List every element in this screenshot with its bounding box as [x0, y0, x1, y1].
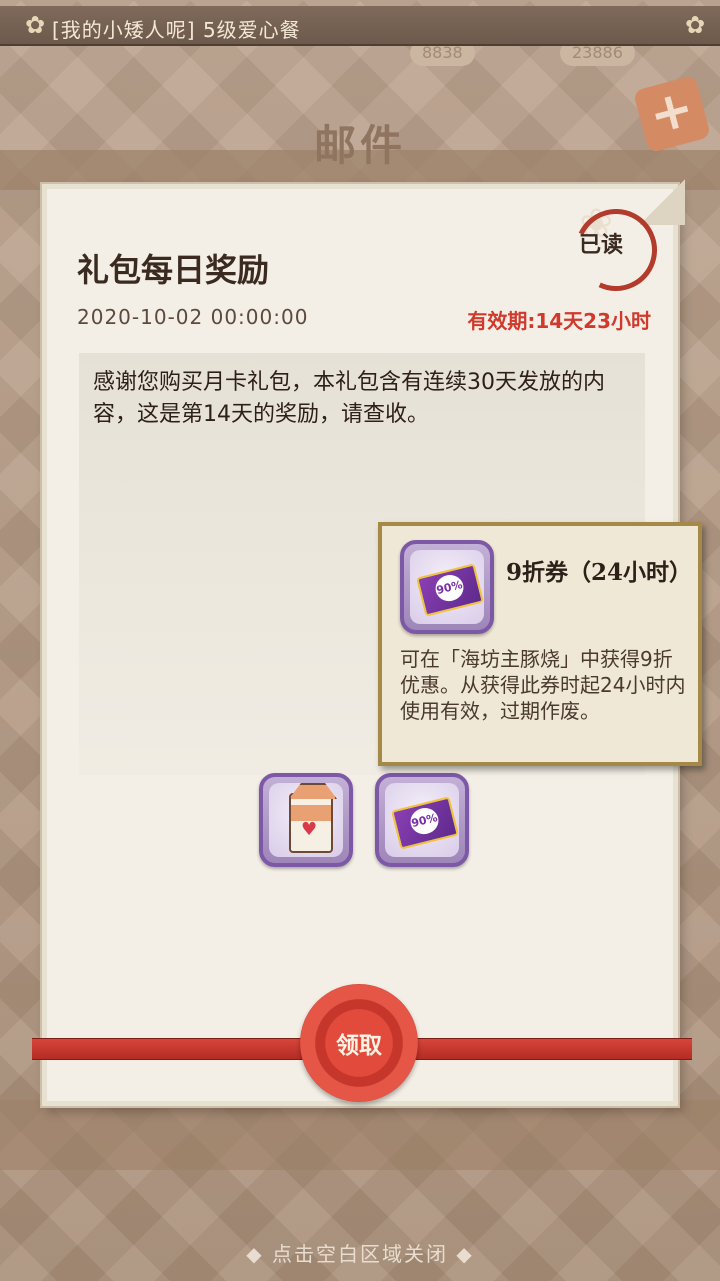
- flower-icon: ✿: [684, 11, 706, 39]
- background-band-lower: [0, 1100, 720, 1170]
- reward-slot-coupon[interactable]: 90%: [375, 773, 469, 867]
- notification-bar: ✿ [我的小矮人呢] 5级爱心餐 ✿: [0, 6, 720, 46]
- reward-slot-inner: ♥: [269, 783, 343, 857]
- reward-slot-inner: 90%: [385, 783, 459, 857]
- notification-text: [我的小矮人呢] 5级爱心餐: [52, 18, 301, 42]
- coupon-badge: 90%: [407, 805, 442, 838]
- mail-expiry: 有效期:14天23小时: [467, 309, 651, 333]
- item-tooltip: 90% 9折券（24小时） 可在「海坊主豚烧」中获得9折优惠。从获得此券时起24…: [378, 522, 702, 766]
- background-title: 邮件: [313, 121, 406, 170]
- close-hint: ◆ 点击空白区域关闭 ◆: [246, 1242, 474, 1266]
- discount-coupon-icon: 90%: [391, 796, 459, 850]
- heart-icon: ♥: [301, 819, 318, 840]
- flower-icon: ✿: [24, 11, 46, 39]
- discount-coupon-icon: 90%: [416, 563, 484, 617]
- claim-button[interactable]: 领取: [300, 984, 418, 1102]
- tooltip-item-icon: 90%: [400, 540, 494, 634]
- mail-body-text: 感谢您购买月卡礼包，本礼包含有连续30天发放的内容，这是第14天的奖励，请查收。: [93, 370, 605, 427]
- claim-button-label: 领取: [336, 1033, 382, 1059]
- coupon-badge: 90%: [432, 572, 467, 605]
- page-fold: [639, 179, 685, 225]
- mail-date: 2020-10-02 00:00:00: [77, 305, 309, 329]
- tooltip-item-description: 可在「海坊主豚烧」中获得9折优惠。从获得此券时起24小时内使用有效，过期作废。: [400, 647, 686, 723]
- mail-title: 礼包每日奖励: [77, 251, 270, 289]
- milk-carton-icon: ♥: [289, 783, 337, 853]
- reward-slot-milk[interactable]: ♥: [259, 773, 353, 867]
- milk-carton-top: [289, 783, 337, 799]
- tooltip-item-name: 9折券（24小时）: [506, 559, 693, 586]
- reward-slot-inner: 90%: [410, 550, 484, 624]
- read-status: 已读: [579, 233, 624, 258]
